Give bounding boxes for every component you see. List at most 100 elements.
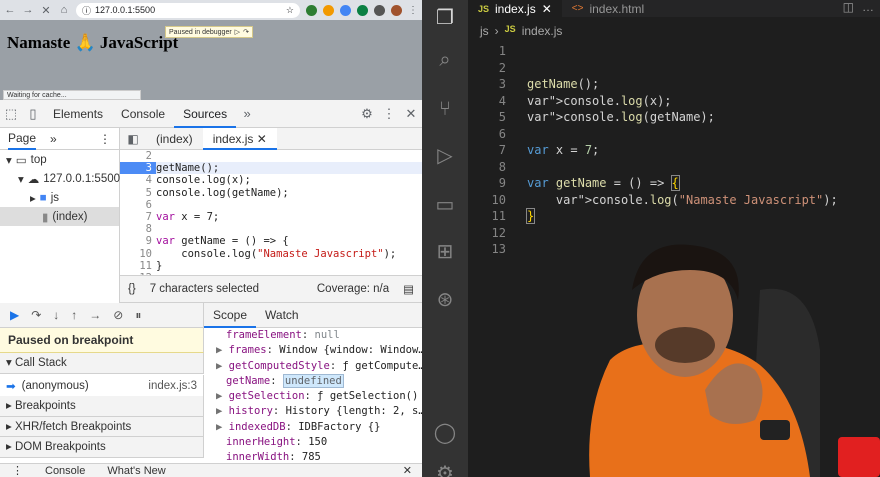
line-number[interactable]: 9: [120, 235, 156, 247]
extension-icon[interactable]: [357, 4, 368, 16]
editor-tab-indexjs[interactable]: index.js ✕: [202, 128, 277, 150]
forward-icon[interactable]: →: [22, 4, 34, 16]
resume-icon[interactable]: ▷: [235, 28, 240, 36]
files-icon[interactable]: ❐: [433, 6, 457, 30]
scope-pane[interactable]: frameElement: null ▶ frames: Window {wind…: [204, 328, 422, 463]
vscode-code-line[interactable]: 9 var getName = () => {: [468, 175, 880, 192]
pretty-print-button[interactable]: {}: [128, 283, 136, 295]
expand-icon[interactable]: ▶: [216, 421, 229, 433]
drawer-tab-console[interactable]: Console: [45, 465, 85, 477]
vscode-editor[interactable]: 1 2 3 getName(); 4 var">console.log(x); 5 var">…: [468, 43, 880, 258]
toggle-navigator-icon[interactable]: ◧: [120, 132, 146, 146]
puzzle-icon[interactable]: [374, 4, 385, 16]
tree-item-top[interactable]: ▾ ▭ top: [0, 150, 119, 169]
sources-editor[interactable]: ◧ (index) index.js ✕ 2 3 getName(); 4 consol…: [120, 128, 422, 275]
tab-sources[interactable]: Sources: [174, 100, 237, 128]
gear-icon[interactable]: ⚙: [356, 106, 378, 122]
step-over-icon[interactable]: ↷: [31, 308, 41, 322]
vscode-code-line[interactable]: 8: [468, 159, 880, 176]
search-icon[interactable]: ⌕: [433, 48, 457, 72]
call-frame-row[interactable]: ➡ (anonymous) index.js:3: [0, 375, 204, 396]
kebab-icon[interactable]: ⋮: [12, 464, 23, 477]
tab-watch[interactable]: Watch: [256, 303, 308, 328]
tab-scope[interactable]: Scope: [204, 303, 257, 328]
more-icon[interactable]: »: [50, 132, 57, 146]
tab-page[interactable]: Page: [8, 128, 37, 150]
expand-icon[interactable]: ▶: [216, 390, 229, 402]
address-bar[interactable]: ⓘ 127.0.0.1:5500 ☆: [76, 2, 300, 18]
inspect-icon[interactable]: ⬚: [0, 106, 22, 122]
line-number[interactable]: 4: [120, 174, 156, 186]
expand-icon[interactable]: ▶: [216, 360, 229, 372]
subscribe-badge-icon[interactable]: [838, 437, 880, 477]
vscode-tab-indexhtml[interactable]: <> index.html: [562, 0, 654, 17]
close-icon[interactable]: ✕: [542, 1, 552, 17]
split-editor-icon[interactable]: ◫: [843, 0, 862, 17]
line-number[interactable]: 6: [120, 199, 156, 211]
kebab-icon[interactable]: ⋮: [408, 5, 418, 16]
close-icon[interactable]: ✕: [403, 464, 412, 477]
scope-row[interactable]: innerWidth: 785: [216, 450, 422, 463]
code-line[interactable]: 6: [120, 199, 422, 211]
scope-row[interactable]: ▶ frames: Window {window: Window…: [216, 343, 422, 358]
more-icon[interactable]: …: [862, 0, 880, 17]
extensions-icon[interactable]: ⊞: [433, 240, 457, 264]
tab-console[interactable]: Console: [112, 100, 174, 128]
code-line[interactable]: 11}: [120, 260, 422, 272]
code-line[interactable]: 2: [120, 150, 422, 162]
vscode-code-line[interactable]: 1: [468, 43, 880, 60]
drawer-tab-whats-new[interactable]: What's New: [107, 465, 165, 477]
git-graph-icon[interactable]: ⊛: [433, 288, 457, 312]
device-icon[interactable]: ▯: [22, 106, 44, 122]
vscode-code-line[interactable]: 4 var">console.log(x);: [468, 93, 880, 110]
line-number[interactable]: 11: [120, 260, 156, 272]
expand-icon[interactable]: ▶: [216, 344, 229, 356]
code-line[interactable]: 4 console.log(x);: [120, 174, 422, 186]
star-icon[interactable]: ☆: [286, 5, 294, 16]
extension-icon[interactable]: [323, 4, 334, 16]
vscode-code-line[interactable]: 3 getName();: [468, 76, 880, 93]
line-number[interactable]: 2: [120, 150, 156, 162]
tree-item-js[interactable]: ▸ ■ js: [0, 188, 119, 207]
back-icon[interactable]: ←: [4, 4, 16, 16]
close-icon[interactable]: ✕: [400, 106, 422, 122]
line-number[interactable]: 3: [120, 162, 156, 175]
tab-elements[interactable]: Elements: [44, 100, 112, 128]
deactivate-breakpoints-icon[interactable]: ⊘: [113, 308, 123, 322]
expand-icon[interactable]: ▶: [216, 405, 229, 417]
code-line[interactable]: 8: [120, 223, 422, 235]
line-number[interactable]: 5: [120, 187, 156, 199]
line-number[interactable]: 10: [120, 248, 156, 260]
kebab-icon[interactable]: ⋮: [378, 106, 400, 122]
code-line[interactable]: 9 var getName = () => {: [120, 235, 422, 247]
tree-item-origin[interactable]: ▾ ☁ 127.0.0.1:5500: [0, 169, 120, 188]
vscode-code-line[interactable]: 2: [468, 60, 880, 77]
gear-icon[interactable]: ⚙: [433, 462, 457, 477]
close-icon[interactable]: ✕: [257, 132, 267, 146]
vscode-code-line[interactable]: 6: [468, 126, 880, 143]
scope-row[interactable]: getName: undefined: [216, 373, 422, 389]
scope-row[interactable]: frameElement: null: [216, 328, 422, 343]
pause-on-exceptions-icon[interactable]: ⏸: [135, 308, 141, 323]
vscode-code-line[interactable]: 5 var">console.log(getName);: [468, 109, 880, 126]
scope-row[interactable]: ▶ history: History {length: 2, s…: [216, 404, 422, 419]
extension-icon[interactable]: [306, 4, 317, 16]
section-dom-breakpoints[interactable]: ▸ DOM Breakpoints: [0, 437, 204, 458]
section-breakpoints[interactable]: ▸ Breakpoints: [0, 396, 204, 417]
step-into-icon[interactable]: ↓: [53, 308, 59, 322]
section-call-stack[interactable]: ▾ Call Stack: [0, 353, 204, 374]
vscode-tab-indexjs[interactable]: JS index.js ✕: [468, 0, 562, 17]
code-area[interactable]: 2 3 getName(); 4 console.log(x); 5 console.log…: [120, 150, 422, 275]
step-icon[interactable]: →: [89, 308, 101, 322]
code-line[interactable]: 7 var x = 7;: [120, 211, 422, 223]
kebab-icon[interactable]: ⋮: [99, 132, 111, 146]
step-out-icon[interactable]: ↑: [71, 308, 77, 322]
tree-item-index[interactable]: ▮ (index): [0, 207, 119, 226]
resume-icon[interactable]: ▶: [10, 308, 19, 322]
scope-row[interactable]: ▶ getSelection: ƒ getSelection(): [216, 389, 422, 404]
avatar[interactable]: [391, 4, 402, 16]
vscode-code-line[interactable]: 10 var">console.log("Namaste Javascript"…: [468, 192, 880, 209]
extension-icon[interactable]: [340, 4, 351, 16]
scope-row[interactable]: innerHeight: 150: [216, 435, 422, 450]
scroll-to-bottom-icon[interactable]: ▤: [403, 282, 414, 296]
